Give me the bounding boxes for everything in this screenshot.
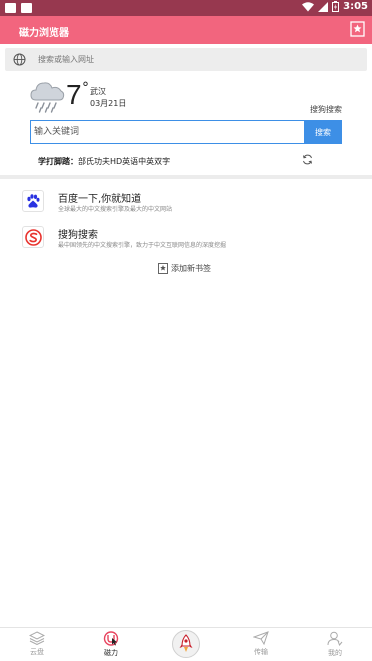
search-input[interactable] xyxy=(34,121,302,143)
nav-rocket[interactable] xyxy=(172,630,200,658)
section-divider xyxy=(0,175,372,179)
temperature: 7 xyxy=(66,79,82,110)
url-bar[interactable]: 搜索或输入网址 xyxy=(5,48,367,71)
system-icons: 3:05 xyxy=(302,1,368,12)
nav-magnet[interactable]: 磁力 xyxy=(91,631,131,661)
nav-transfer[interactable]: 传输 xyxy=(241,631,281,661)
search-box: 搜索 xyxy=(30,120,342,144)
sogou-logo-icon xyxy=(22,226,44,248)
weather-date: 03月21日 xyxy=(90,99,127,108)
app-title: 磁力浏览器 xyxy=(19,28,69,39)
magnet-icon xyxy=(103,631,119,646)
signal-icon xyxy=(318,1,329,12)
degree-symbol: ° xyxy=(82,80,89,96)
hot-search-text: 部氏功夫HD英语中英双字 xyxy=(78,157,171,166)
bookmark-description: 全球最大的中文搜索引擎及最大的中文网站 xyxy=(58,206,173,213)
hot-search-link[interactable]: 学打脚踏：部氏功夫HD英语中英双字 xyxy=(38,156,170,167)
add-bookmark-icon xyxy=(158,263,168,274)
notification-icon xyxy=(21,3,32,13)
bookmark-description: 最中国领先的中文搜索引擎，致力于中文互联网信息的深度挖掘 xyxy=(58,242,227,249)
url-placeholder: 搜索或输入网址 xyxy=(38,55,94,64)
globe-icon xyxy=(13,53,26,66)
search-button[interactable]: 搜索 xyxy=(304,120,342,144)
nav-label: 云盘 xyxy=(30,648,44,656)
layers-icon xyxy=(29,631,45,645)
baidu-logo-icon xyxy=(22,190,44,212)
nav-label: 传输 xyxy=(254,648,268,656)
rocket-icon xyxy=(179,634,193,652)
nav-cloud[interactable]: 云盘 xyxy=(17,631,57,661)
status-bar: 3:05 xyxy=(0,0,372,16)
nav-label: 磁力 xyxy=(104,649,118,657)
user-icon xyxy=(327,631,343,646)
nav-profile[interactable]: 我的 xyxy=(315,631,355,661)
clock: 3:05 xyxy=(343,1,368,12)
bottom-nav: 云盘 磁力 传输 我的 xyxy=(0,627,372,661)
bookmark-star-icon[interactable] xyxy=(350,21,365,37)
add-bookmark-label: 添加新书签 xyxy=(171,264,211,273)
add-bookmark-button[interactable]: 添加新书签 xyxy=(158,263,211,274)
bookmark-title: 百度一下,你就知道 xyxy=(58,194,142,205)
city-name: 武汉 xyxy=(90,87,106,96)
app-bar: 磁力浏览器 xyxy=(0,16,372,44)
bookmark-title: 搜狗搜索 xyxy=(58,230,98,241)
search-engine-selector[interactable]: 搜狗搜索 xyxy=(310,104,342,115)
battery-icon xyxy=(332,1,340,12)
rain-cloud-icon xyxy=(30,82,65,113)
paper-plane-icon xyxy=(253,631,269,645)
refresh-icon[interactable] xyxy=(302,154,313,165)
nav-label: 我的 xyxy=(328,649,342,657)
bookmark-baidu[interactable]: 百度一下,你就知道 全球最大的中文搜索引擎及最大的中文网站 xyxy=(20,188,350,216)
wifi-icon xyxy=(302,1,315,11)
hot-search-prefix: 学打脚踏： xyxy=(38,157,78,166)
bookmark-sogou[interactable]: 搜狗搜索 最中国领先的中文搜索引擎，致力于中文互联网信息的深度挖掘 xyxy=(20,224,350,252)
notification-icon xyxy=(5,3,16,13)
notification-icons xyxy=(5,3,32,13)
